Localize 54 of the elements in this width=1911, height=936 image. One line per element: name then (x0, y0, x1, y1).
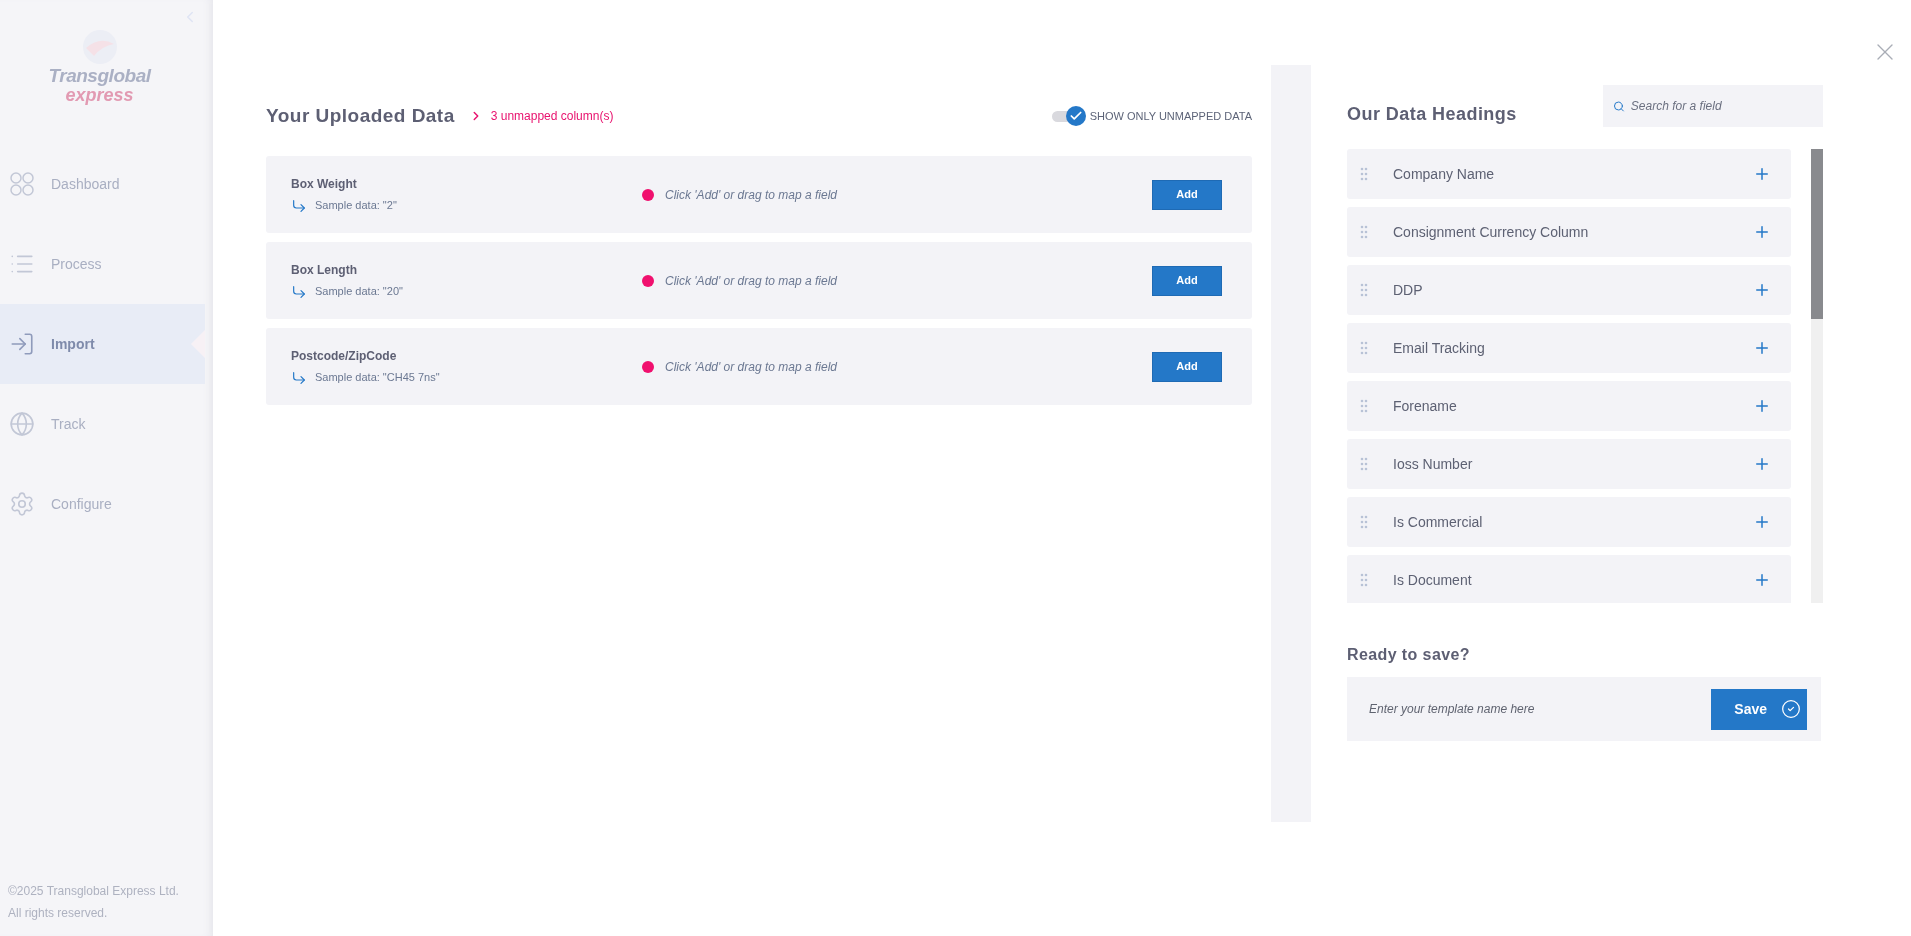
column-name: Box Weight (291, 176, 358, 194)
nav-item[interactable]: Import (0, 304, 205, 384)
add-button[interactable]: Add (1152, 351, 1222, 382)
sample-data: Sample data: "CH45 7ns" (315, 370, 440, 386)
logo-text: express (65, 86, 134, 104)
sample-data: Sample data: "20" (315, 284, 403, 300)
search-field[interactable]: Search for a field (1603, 85, 1823, 127)
drag-handle-icon (1360, 515, 1368, 529)
column-name: Box Length (291, 262, 358, 280)
unmapped-count[interactable]: 3 unmapped column(s) (490, 107, 614, 125)
add-button[interactable]: Add (1152, 265, 1222, 296)
save-button[interactable]: Save (1711, 688, 1807, 730)
heading-item[interactable]: Email Tracking (1347, 323, 1792, 373)
section-title: Our Data Headings (1347, 103, 1517, 126)
gear-icon (9, 491, 35, 517)
drag-handle-icon (1360, 225, 1368, 239)
toggle-label: SHOW ONLY UNMAPPED DATA (1089, 108, 1252, 124)
heading-item[interactable]: DDP (1347, 265, 1792, 315)
toggle-switch[interactable] (1051, 106, 1086, 126)
globe-icon (9, 411, 35, 437)
search-input[interactable]: Search for a field (1630, 97, 1813, 115)
map-hint: Click 'Add' or drag to map a field (665, 186, 837, 204)
drag-handle-icon (1360, 283, 1368, 297)
import-icon (9, 331, 35, 357)
column-name: Postcode/ZipCode (291, 348, 398, 366)
search-icon (1613, 99, 1625, 113)
copyright-text: ©2025 Transglobal Express Ltd. (8, 883, 180, 900)
map-hint: Click 'Add' or drag to map a field (665, 358, 837, 376)
heading-item[interactable]: Forename (1347, 381, 1792, 431)
logo-text: Transglobal (48, 66, 151, 86)
sample-data: Sample data: "2" (315, 198, 397, 214)
check-icon (1781, 699, 1801, 719)
arrow-icon (291, 197, 307, 214)
section-title: Your Uploaded Data (266, 103, 455, 128)
drag-handle-icon (1360, 399, 1368, 413)
arrow-icon (291, 283, 307, 300)
heading-item[interactable]: Is Commercial (1347, 497, 1792, 547)
map-hint: Click 'Add' or drag to map a field (665, 272, 837, 290)
heading-item[interactable]: Ioss Number (1347, 439, 1792, 489)
grid-icon (9, 171, 35, 197)
drag-handle-icon (1360, 167, 1368, 181)
template-name-field[interactable]: Enter your template name here (1369, 700, 1711, 718)
heading-item[interactable]: Is Document (1347, 555, 1792, 603)
copyright-text: All rights reserved. (8, 905, 109, 922)
heading-item[interactable]: Company Name (1347, 149, 1792, 199)
drag-handle-icon (1360, 573, 1368, 587)
heading-item[interactable]: Consignment Currency Column (1347, 207, 1792, 257)
add-button[interactable]: Add (1152, 179, 1222, 210)
scrollbar[interactable] (1811, 149, 1823, 603)
save-title: Ready to save? (1347, 645, 1471, 665)
arrow-icon (291, 369, 307, 386)
drag-handle-icon (1360, 341, 1368, 355)
drag-handle-icon (1360, 457, 1368, 471)
check-icon (1068, 109, 1083, 123)
